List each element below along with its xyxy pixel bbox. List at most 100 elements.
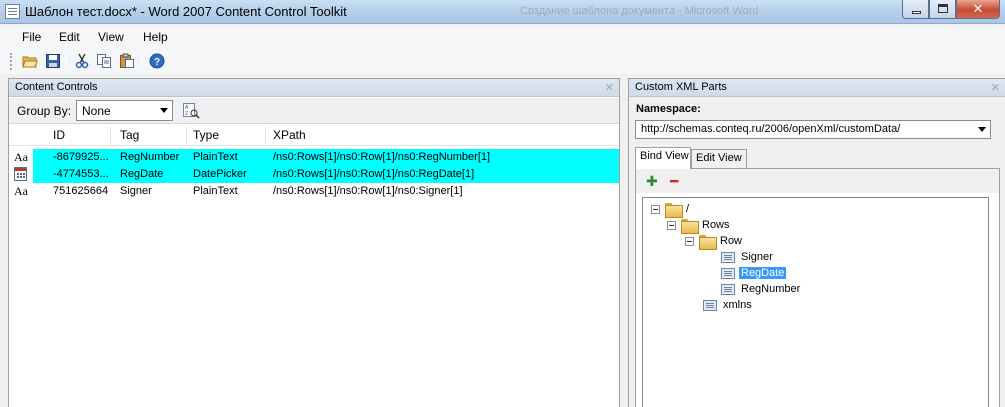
sort-list-icon[interactable]: A Z xyxy=(182,102,200,120)
table-row[interactable]: Aa -8679925... RegNumber PlainText /ns0:… xyxy=(9,149,619,166)
cell-id: -4774553... xyxy=(53,168,109,180)
maximize-icon xyxy=(938,4,948,13)
menu-help[interactable]: Help xyxy=(143,30,168,44)
column-header-type[interactable]: Type xyxy=(193,128,219,142)
tree-toolbar: ✚ ━ xyxy=(636,169,999,193)
title-bar[interactable]: Шаблон тест.docx* - Word 2007 Content Co… xyxy=(0,0,1005,24)
document-app-icon xyxy=(5,4,20,19)
cell-id: 751625664 xyxy=(53,185,109,197)
collapse-icon[interactable] xyxy=(685,237,694,246)
paste-icon[interactable] xyxy=(119,53,135,69)
maximize-button[interactable] xyxy=(929,0,956,19)
tree-node-label: RegNumber xyxy=(741,283,801,295)
cell-tag: RegDate xyxy=(120,168,164,180)
cell-xpath: /ns0:Rows[1]/ns0:Row[1]/ns0:RegDate[1] xyxy=(273,168,475,180)
menu-view[interactable]: View xyxy=(98,30,124,44)
group-by-bar: Group By: None A Z xyxy=(9,98,619,124)
row-cells: 751625664 Signer PlainText /ns0:Rows[1]/… xyxy=(33,183,619,200)
tree-node-row[interactable]: Row xyxy=(685,234,765,250)
plain-text-icon: Aa xyxy=(14,150,28,164)
chevron-down-icon xyxy=(978,127,986,132)
group-by-value: None xyxy=(82,104,111,118)
tree-node-label: Signer xyxy=(741,251,773,263)
add-node-icon[interactable]: ✚ xyxy=(646,174,658,188)
custom-xml-parts-header: Custom XML Parts ✕ xyxy=(629,79,1005,97)
minimize-icon xyxy=(912,11,921,14)
tree-node-xmlns[interactable]: xmlns xyxy=(703,298,783,314)
tree-node-label: RegDate xyxy=(739,267,787,279)
menu-file[interactable]: File xyxy=(22,30,41,44)
tree-node-label: / xyxy=(686,203,690,215)
plain-text-icon: Aa xyxy=(14,184,28,198)
toolbar-separator xyxy=(66,53,67,70)
tree-node-label: xmlns xyxy=(723,299,752,311)
menu-edit[interactable]: Edit xyxy=(59,30,80,44)
calendar-icon xyxy=(14,167,27,181)
toolbar-grip[interactable] xyxy=(10,53,12,70)
cell-xpath: /ns0:Rows[1]/ns0:Row[1]/ns0:RegNumber[1] xyxy=(273,151,491,163)
close-button[interactable]: ✕ xyxy=(956,0,1000,19)
cell-type: DatePicker xyxy=(193,168,247,180)
cell-id: -8679925... xyxy=(53,151,109,163)
tree-node-rows[interactable]: Rows xyxy=(667,218,747,234)
namespace-select[interactable]: http://schemas.conteq.ru/2006/openXml/cu… xyxy=(635,120,991,139)
tree-node-regnumber[interactable]: RegNumber xyxy=(721,282,821,298)
custom-xml-parts-panel: Custom XML Parts ✕ Namespace: http://sch… xyxy=(628,78,1005,407)
content-controls-header: Content Controls ✕ xyxy=(9,79,619,97)
minimize-button[interactable] xyxy=(902,0,929,19)
tab-bind-view[interactable]: Bind View xyxy=(635,147,691,169)
table-row[interactable]: -4774553... RegDate DatePicker /ns0:Rows… xyxy=(9,166,619,183)
column-divider xyxy=(265,127,266,143)
menu-bar: File Edit View Help xyxy=(0,25,1005,49)
svg-text:Z: Z xyxy=(185,111,188,117)
collapse-icon[interactable] xyxy=(651,205,660,214)
window-controls: ✕ xyxy=(902,0,1000,19)
xml-element-icon xyxy=(721,268,735,279)
cell-tag: Signer xyxy=(120,185,152,197)
folder-icon xyxy=(665,203,683,218)
close-panel-icon[interactable]: ✕ xyxy=(605,81,614,94)
bind-view-content: ✚ ━ / Rows Row Signer RegDate RegNumber … xyxy=(635,168,1000,407)
column-divider xyxy=(110,127,111,143)
close-icon: ✕ xyxy=(972,1,984,16)
tree-node-root[interactable]: / xyxy=(651,202,711,218)
tree-node-signer[interactable]: Signer xyxy=(721,250,801,266)
tree-node-label: Rows xyxy=(702,219,730,231)
xml-element-icon xyxy=(721,252,735,263)
save-icon[interactable] xyxy=(45,53,61,69)
xml-element-icon xyxy=(721,284,735,295)
panel-title: Custom XML Parts xyxy=(635,81,727,93)
open-folder-icon[interactable] xyxy=(22,53,38,69)
cell-type: PlainText xyxy=(193,185,238,197)
tree-node-label: Row xyxy=(720,235,743,247)
close-panel-icon[interactable]: ✕ xyxy=(991,81,1000,94)
cell-type: PlainText xyxy=(193,151,238,163)
cut-icon[interactable] xyxy=(74,53,90,69)
collapse-icon[interactable] xyxy=(667,221,676,230)
content-controls-grid-header: ID Tag Type XPath xyxy=(9,124,619,146)
cell-xpath: /ns0:Rows[1]/ns0:Row[1]/ns0:Signer[1] xyxy=(273,185,463,197)
window-title: Шаблон тест.docx* - Word 2007 Content Co… xyxy=(25,4,347,19)
column-header-xpath[interactable]: XPath xyxy=(273,128,306,142)
column-header-id[interactable]: ID xyxy=(53,128,65,142)
content-controls-panel: Content Controls ✕ Group By: None A Z ID… xyxy=(8,78,620,407)
row-cells: -4774553... RegDate DatePicker /ns0:Rows… xyxy=(33,166,619,183)
help-icon[interactable]: ? xyxy=(149,53,165,69)
xml-tree: / Rows Row Signer RegDate RegNumber xmln… xyxy=(642,197,989,407)
tree-node-regdate[interactable]: RegDate xyxy=(721,266,801,282)
background-window-title: Создание шаблона документа - Microsoft W… xyxy=(520,5,759,17)
column-header-tag[interactable]: Tag xyxy=(120,128,139,142)
xml-attribute-icon xyxy=(703,300,717,311)
copy-icon[interactable] xyxy=(96,53,112,69)
folder-icon xyxy=(699,235,717,250)
remove-node-icon[interactable]: ━ xyxy=(670,174,678,188)
row-cells: -8679925... RegNumber PlainText /ns0:Row… xyxy=(33,149,619,166)
group-by-select[interactable]: None xyxy=(76,100,173,121)
chevron-down-icon xyxy=(160,108,168,113)
table-row[interactable]: Aa 751625664 Signer PlainText /ns0:Rows[… xyxy=(9,183,619,200)
tab-edit-view[interactable]: Edit View xyxy=(691,149,747,168)
toolbar-separator xyxy=(141,53,142,70)
cell-tag: RegNumber xyxy=(120,151,180,163)
namespace-label: Namespace: xyxy=(636,103,701,115)
svg-text:?: ? xyxy=(154,57,160,68)
